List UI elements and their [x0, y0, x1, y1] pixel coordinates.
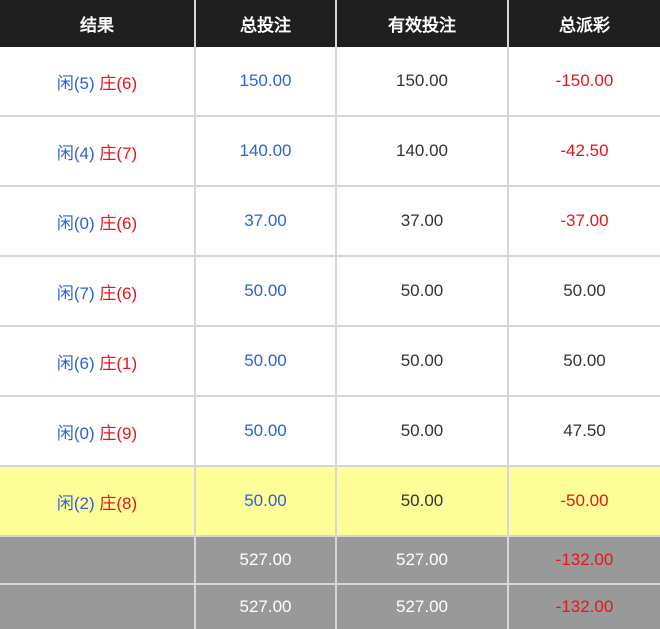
- result-cell: 闲(2) 庄(8): [0, 466, 196, 537]
- header-total-bet: 总投注: [195, 0, 337, 47]
- header-total-payout: 总派彩: [508, 0, 660, 47]
- total-bet-cell: 140.00: [195, 116, 337, 187]
- result-cell: 闲(7) 庄(6): [0, 256, 196, 327]
- player-result: 闲(2): [56, 493, 95, 513]
- banker-result: 庄(9): [99, 423, 138, 443]
- bet-records-table: 结果 总投注 有效投注 总派彩 闲(5) 庄(6) 150.00 150.00 …: [0, 0, 660, 629]
- player-result: 闲(6): [56, 353, 95, 373]
- grand-total-valid-bet: 527.00: [336, 584, 509, 629]
- payout-cell: -150.00: [508, 47, 660, 117]
- total-bet-cell: 50.00: [195, 466, 337, 537]
- valid-bet-cell: 50.00: [336, 256, 509, 327]
- total-bet-cell: 37.00: [195, 186, 337, 257]
- grand-total-total-bet: 527.00: [195, 584, 337, 629]
- banker-result: 庄(1): [99, 353, 138, 373]
- payout-cell: 47.50: [508, 396, 660, 467]
- valid-bet-cell: 50.00: [336, 396, 509, 467]
- table-row: 闲(0) 庄(9) 50.00 50.00 47.50: [0, 396, 660, 467]
- player-result: 闲(0): [56, 213, 95, 233]
- result-cell: 闲(5) 庄(6): [0, 47, 196, 117]
- table-body: 闲(5) 庄(6) 150.00 150.00 -150.00 闲(4) 庄(7…: [0, 47, 660, 629]
- table-row-highlighted: 闲(2) 庄(8) 50.00 50.00 -50.00: [0, 466, 660, 537]
- table-header: 结果 总投注 有效投注 总派彩: [0, 0, 660, 47]
- result-cell: 闲(6) 庄(1): [0, 326, 196, 397]
- result-cell: 闲(0) 庄(6): [0, 186, 196, 257]
- subtotal-valid-bet: 527.00: [336, 536, 509, 585]
- valid-bet-cell: 50.00: [336, 326, 509, 397]
- payout-cell: -50.00: [508, 466, 660, 537]
- table-row: 闲(6) 庄(1) 50.00 50.00 50.00: [0, 326, 660, 397]
- valid-bet-cell: 150.00: [336, 47, 509, 117]
- header-result: 结果: [0, 0, 196, 47]
- payout-cell: -42.50: [508, 116, 660, 187]
- grand-total-label: [0, 584, 196, 629]
- table-row: 闲(5) 庄(6) 150.00 150.00 -150.00: [0, 47, 660, 117]
- result-cell: 闲(4) 庄(7): [0, 116, 196, 187]
- grand-total-row: 527.00 527.00 -132.00: [0, 584, 660, 629]
- banker-result: 庄(6): [99, 213, 138, 233]
- banker-result: 庄(7): [99, 143, 138, 163]
- total-bet-cell: 50.00: [195, 326, 337, 397]
- valid-bet-cell: 50.00: [336, 466, 509, 537]
- grand-total-payout: -132.00: [508, 584, 660, 629]
- total-bet-cell: 50.00: [195, 396, 337, 467]
- table-row: 闲(7) 庄(6) 50.00 50.00 50.00: [0, 256, 660, 327]
- total-bet-cell: 150.00: [195, 47, 337, 117]
- table-row: 闲(0) 庄(6) 37.00 37.00 -37.00: [0, 186, 660, 257]
- valid-bet-cell: 37.00: [336, 186, 509, 257]
- player-result: 闲(0): [56, 423, 95, 443]
- payout-cell: 50.00: [508, 326, 660, 397]
- total-bet-cell: 50.00: [195, 256, 337, 327]
- player-result: 闲(5): [56, 73, 95, 93]
- banker-result: 庄(6): [99, 73, 138, 93]
- banker-result: 庄(8): [99, 493, 138, 513]
- payout-cell: 50.00: [508, 256, 660, 327]
- header-valid-bet: 有效投注: [336, 0, 509, 47]
- subtotal-label: [0, 536, 196, 585]
- banker-result: 庄(6): [99, 283, 138, 303]
- player-result: 闲(7): [56, 283, 95, 303]
- result-cell: 闲(0) 庄(9): [0, 396, 196, 467]
- subtotal-total-bet: 527.00: [195, 536, 337, 585]
- player-result: 闲(4): [56, 143, 95, 163]
- table-row: 闲(4) 庄(7) 140.00 140.00 -42.50: [0, 116, 660, 187]
- payout-cell: -37.00: [508, 186, 660, 257]
- subtotal-payout: -132.00: [508, 536, 660, 585]
- valid-bet-cell: 140.00: [336, 116, 509, 187]
- subtotal-row: 527.00 527.00 -132.00: [0, 536, 660, 585]
